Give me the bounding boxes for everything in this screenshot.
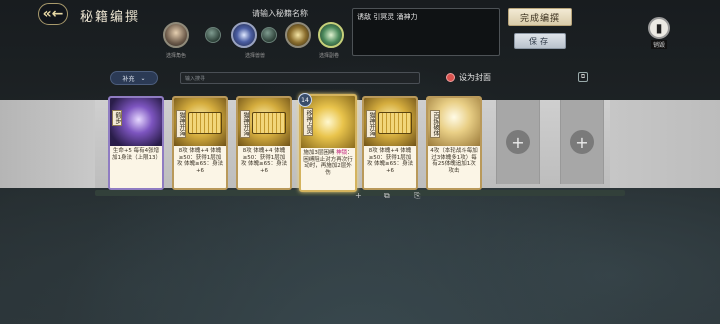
copy-icon[interactable]: ⧉ <box>578 72 588 82</box>
card-name: 猫神开海 <box>176 110 186 138</box>
card-cost-badge: 14 <box>298 93 312 107</box>
search-input[interactable]: 输入搜寻 <box>180 72 420 84</box>
deck-card[interactable]: 鹤步 生命+5 每有4张增加1身法（上限13） <box>108 96 164 190</box>
empty-card-slot[interactable]: + <box>560 100 604 184</box>
add-small-icon[interactable]: + <box>355 191 362 200</box>
back-arrow-icon: «← <box>42 6 64 22</box>
empty-card-slot[interactable]: + <box>496 100 540 184</box>
card-info-icon[interactable]: ⎘ <box>414 191 420 201</box>
sub-scroll-avatar[interactable] <box>318 22 344 48</box>
beast-avatar[interactable] <box>231 22 257 48</box>
card-name: 移神占灵 <box>303 108 313 136</box>
category-select-value: 补充 <box>122 75 135 83</box>
slot-label-sub: 选择副卷 <box>318 53 339 59</box>
destroy-button[interactable]: ▮ 销毁 <box>645 17 673 53</box>
add-icon: + <box>506 130 530 154</box>
card-description: 施加3层困缚 神锁：困缚阻止对方再次行动时，再施加2层外伤 <box>301 148 355 190</box>
scroll-icon <box>252 112 286 134</box>
character-avatar[interactable] <box>163 22 189 48</box>
scroll-icon <box>378 112 412 134</box>
card-name: 猫神开海 <box>366 110 376 138</box>
orb-icon[interactable] <box>261 27 277 43</box>
filter-row: 补充 ⌄ 输入搜寻 设为封面 ⧉ <box>0 70 720 86</box>
orb-icon[interactable] <box>205 27 221 43</box>
card-description: 8攻 体魄+4 体魄≥50：获得1层加攻 体魄≥65：身法+6 <box>238 146 290 188</box>
card-keyword: 神锁 <box>336 150 348 156</box>
scroll-icon <box>188 112 222 134</box>
beast-avatar-2[interactable] <box>285 22 311 48</box>
category-select[interactable]: 补充 ⌄ <box>110 71 158 85</box>
tags-box[interactable]: 诱敌 引冥灵 涌神力 <box>352 8 500 56</box>
chevron-down-icon: ⌄ <box>140 74 146 82</box>
slot-label-character: 选择角色 <box>165 53 186 59</box>
card-description: 生命+5 每有4张增加1身法（上限13） <box>110 146 162 188</box>
strip-left-edge <box>0 100 95 188</box>
deck-card[interactable]: 猫神开海 8攻 体魄+4 体魄≥50：获得1层加攻 体魄≥65：身法+6 <box>236 96 292 190</box>
save-button[interactable]: 保存 <box>514 33 566 49</box>
slot-label-beast: 选择兽兽 <box>244 53 265 59</box>
deck-card[interactable]: 移神占灵 施加3层困缚 神锁：困缚阻止对方再次行动时，再施加2层外伤 <box>299 94 357 192</box>
book-name-input[interactable]: 请输入秘籍名称 <box>220 8 340 19</box>
deck-card[interactable]: 猫神开海 8攻 体魄+4 体魄≥50：获得1层加攻 体魄≥65：身法+6 <box>172 96 228 190</box>
card-name: 百炼破体 <box>430 110 440 138</box>
finish-button[interactable]: 完成编撰 <box>508 8 572 26</box>
deck-card[interactable]: 百炼破体 4攻（本轮战斗每加过3体魄多1攻）每有25体魄追加1次攻击 <box>426 96 482 190</box>
top-bar: «← 秘籍编撰 请输入秘籍名称 选择角色 选择兽兽 选择副卷 诱敌 引冥灵 涌神… <box>0 0 720 66</box>
card-description: 8攻 体魄+4 体魄≥50：获得1层加攻 体魄≥65：身法+6 <box>364 146 416 188</box>
strip-right-edge <box>610 100 720 188</box>
radio-dot-icon <box>446 73 455 82</box>
trash-icon: ▮ <box>648 17 670 39</box>
card-description: 8攻 体魄+4 体魄≥50：获得1层加攻 体魄≥65：身法+6 <box>174 146 226 188</box>
card-description-pre: 施加3层困缚 <box>303 150 335 156</box>
page-title: 秘籍编撰 <box>80 10 141 25</box>
deck-card[interactable]: 猫神开海 8攻 体魄+4 体魄≥50：获得1层加攻 体魄≥65：身法+6 <box>362 96 418 190</box>
destroy-label: 销毁 <box>650 40 667 49</box>
back-button[interactable]: «← <box>38 3 68 25</box>
set-cover-toggle[interactable]: 设为封面 <box>446 72 491 83</box>
card-name: 鹤步 <box>112 110 122 126</box>
card-description: 4攻（本轮战斗每加过3体魄多1攻）每有25体魄追加1次攻击 <box>428 146 480 188</box>
slot-row <box>163 22 353 48</box>
add-icon: + <box>570 130 594 154</box>
card-name: 猫神开海 <box>240 110 250 138</box>
set-cover-label: 设为封面 <box>459 73 491 82</box>
card-count-icon[interactable]: ⧉ <box>384 191 390 201</box>
